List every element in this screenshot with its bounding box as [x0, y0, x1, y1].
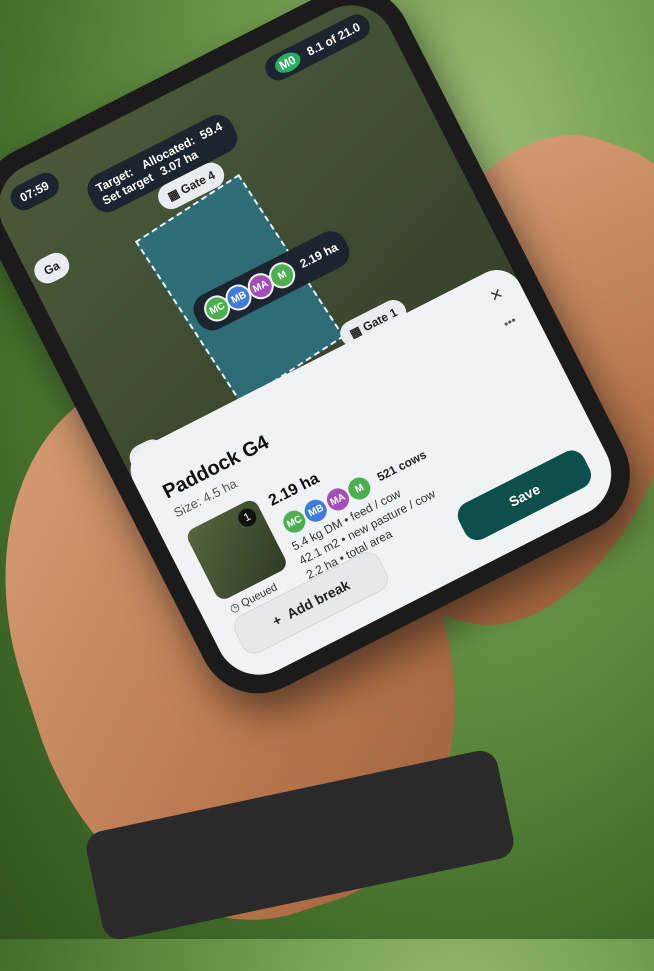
counter-pill[interactable]: M0 8.1 of 21.0 [260, 9, 375, 85]
add-break-label: Add break [284, 576, 353, 622]
plus-icon: + [269, 611, 285, 630]
area-value: 2.19 ha [297, 239, 340, 271]
time-label: 07:59 [6, 168, 64, 215]
counter-badge: M0 [271, 48, 304, 77]
cow-count: 521 cows [374, 447, 429, 484]
break-number-badge: 1 [235, 505, 260, 530]
save-button[interactable]: Save [452, 445, 596, 545]
avatar: M [264, 257, 300, 293]
more-options-button[interactable]: ••• [501, 313, 519, 331]
gate-left-label[interactable]: Ga [29, 248, 74, 288]
close-button[interactable]: × [486, 283, 507, 309]
counter-text: 8.1 of 21.0 [304, 19, 363, 59]
allocated-value: 59.4 [197, 119, 225, 143]
